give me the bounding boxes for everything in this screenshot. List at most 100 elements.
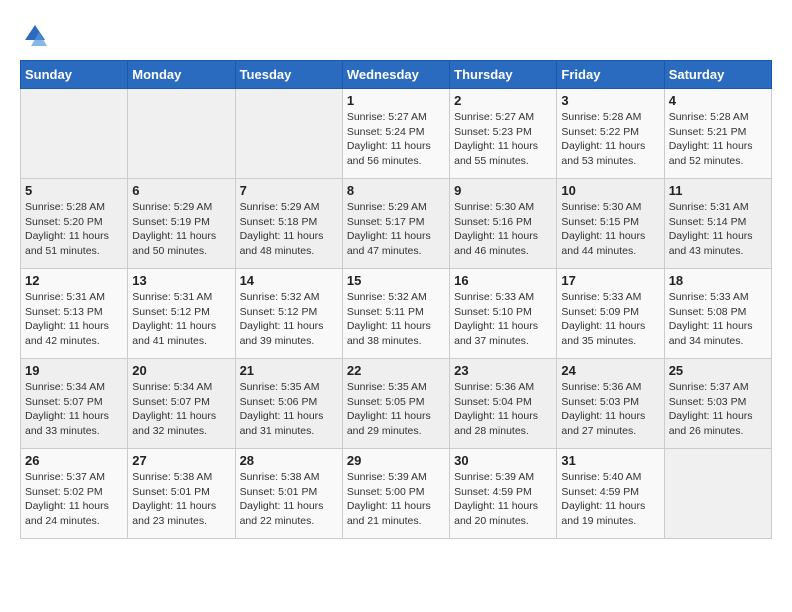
day-number: 16 — [454, 273, 552, 288]
day-info: Sunrise: 5:37 AM Sunset: 5:03 PM Dayligh… — [669, 380, 767, 439]
day-number: 31 — [561, 453, 659, 468]
day-info: Sunrise: 5:33 AM Sunset: 5:10 PM Dayligh… — [454, 290, 552, 349]
logo-icon — [20, 20, 50, 50]
calendar-cell: 7Sunrise: 5:29 AM Sunset: 5:18 PM Daylig… — [235, 179, 342, 269]
day-info: Sunrise: 5:34 AM Sunset: 5:07 PM Dayligh… — [25, 380, 123, 439]
weekday-header-monday: Monday — [128, 61, 235, 89]
calendar-cell: 21 Sunrise: 5:35 AM Sunset: 5:06 PM Dayli… — [235, 359, 342, 449]
calendar-cell — [128, 89, 235, 179]
day-info: Sunrise: 5:28 AM Sunset: 5:21 PM Dayligh… — [669, 110, 767, 169]
calendar-body: 1 Sunrise: 5:27 AM Sunset: 5:24 PM Daylig… — [21, 89, 772, 539]
day-number: 1 — [347, 93, 445, 108]
weekday-header-friday: Friday — [557, 61, 664, 89]
day-number: 4 — [669, 93, 767, 108]
day-number: 20 — [132, 363, 230, 378]
day-info: Sunrise: 5:31 AM Sunset: 5:14 PM Dayligh… — [669, 200, 767, 259]
calendar-cell: 13Sunrise: 5:31 AM Sunset: 5:12 PM Dayli… — [128, 269, 235, 359]
day-number: 19 — [25, 363, 123, 378]
calendar-cell — [21, 89, 128, 179]
day-number: 26 — [25, 453, 123, 468]
day-number: 9 — [454, 183, 552, 198]
day-number: 14 — [240, 273, 338, 288]
calendar-week-row: 1 Sunrise: 5:27 AM Sunset: 5:24 PM Daylig… — [21, 89, 772, 179]
calendar-cell: 2 Sunrise: 5:27 AM Sunset: 5:23 PM Daylig… — [450, 89, 557, 179]
logo — [20, 20, 54, 50]
day-info: Sunrise: 5:32 AM Sunset: 5:12 PM Dayligh… — [240, 290, 338, 349]
weekday-header-tuesday: Tuesday — [235, 61, 342, 89]
day-info: Sunrise: 5:30 AM Sunset: 5:15 PM Dayligh… — [561, 200, 659, 259]
day-info: Sunrise: 5:27 AM Sunset: 5:23 PM Dayligh… — [454, 110, 552, 169]
day-info: Sunrise: 5:34 AM Sunset: 5:07 PM Dayligh… — [132, 380, 230, 439]
calendar-cell: 31Sunrise: 5:40 AM Sunset: 4:59 PM Dayli… — [557, 449, 664, 539]
calendar-cell: 28 Sunrise: 5:38 AM Sunset: 5:01 PM Dayli… — [235, 449, 342, 539]
calendar-cell: 15Sunrise: 5:32 AM Sunset: 5:11 PM Dayli… — [342, 269, 449, 359]
calendar-cell: 17 Sunrise: 5:33 AM Sunset: 5:09 PM Dayli… — [557, 269, 664, 359]
day-info: Sunrise: 5:36 AM Sunset: 5:04 PM Dayligh… — [454, 380, 552, 439]
calendar-cell: 9 Sunrise: 5:30 AM Sunset: 5:16 PM Daylig… — [450, 179, 557, 269]
day-number: 8 — [347, 183, 445, 198]
day-info: Sunrise: 5:33 AM Sunset: 5:09 PM Dayligh… — [561, 290, 659, 349]
calendar-cell: 23Sunrise: 5:36 AM Sunset: 5:04 PM Dayli… — [450, 359, 557, 449]
weekday-header-thursday: Thursday — [450, 61, 557, 89]
day-number: 27 — [132, 453, 230, 468]
day-number: 7 — [240, 183, 338, 198]
day-info: Sunrise: 5:28 AM Sunset: 5:22 PM Dayligh… — [561, 110, 659, 169]
day-info: Sunrise: 5:36 AM Sunset: 5:03 PM Dayligh… — [561, 380, 659, 439]
day-info: Sunrise: 5:27 AM Sunset: 5:24 PM Dayligh… — [347, 110, 445, 169]
day-info: Sunrise: 5:31 AM Sunset: 5:12 PM Dayligh… — [132, 290, 230, 349]
day-info: Sunrise: 5:28 AM Sunset: 5:20 PM Dayligh… — [25, 200, 123, 259]
calendar-cell: 18 Sunrise: 5:33 AM Sunset: 5:08 PM Dayli… — [664, 269, 771, 359]
calendar-cell: 24 Sunrise: 5:36 AM Sunset: 5:03 PM Dayli… — [557, 359, 664, 449]
calendar-week-row: 12Sunrise: 5:31 AM Sunset: 5:13 PM Dayli… — [21, 269, 772, 359]
calendar-cell: 14 Sunrise: 5:32 AM Sunset: 5:12 PM Dayli… — [235, 269, 342, 359]
calendar-week-row: 26 Sunrise: 5:37 AM Sunset: 5:02 PM Dayli… — [21, 449, 772, 539]
calendar-cell: 27 Sunrise: 5:38 AM Sunset: 5:01 PM Dayli… — [128, 449, 235, 539]
calendar-cell: 26 Sunrise: 5:37 AM Sunset: 5:02 PM Dayli… — [21, 449, 128, 539]
day-info: Sunrise: 5:35 AM Sunset: 5:05 PM Dayligh… — [347, 380, 445, 439]
calendar-table: SundayMondayTuesdayWednesdayThursdayFrid… — [20, 60, 772, 539]
day-number: 29 — [347, 453, 445, 468]
day-number: 12 — [25, 273, 123, 288]
day-number: 6 — [132, 183, 230, 198]
calendar-cell — [235, 89, 342, 179]
day-number: 10 — [561, 183, 659, 198]
day-info: Sunrise: 5:33 AM Sunset: 5:08 PM Dayligh… — [669, 290, 767, 349]
day-number: 3 — [561, 93, 659, 108]
calendar-cell: 12Sunrise: 5:31 AM Sunset: 5:13 PM Dayli… — [21, 269, 128, 359]
day-info: Sunrise: 5:38 AM Sunset: 5:01 PM Dayligh… — [132, 470, 230, 529]
day-number: 11 — [669, 183, 767, 198]
calendar-cell: 20 Sunrise: 5:34 AM Sunset: 5:07 PM Dayli… — [128, 359, 235, 449]
weekday-header-saturday: Saturday — [664, 61, 771, 89]
day-number: 17 — [561, 273, 659, 288]
day-info: Sunrise: 5:29 AM Sunset: 5:19 PM Dayligh… — [132, 200, 230, 259]
calendar-cell: 16 Sunrise: 5:33 AM Sunset: 5:10 PM Dayli… — [450, 269, 557, 359]
day-number: 18 — [669, 273, 767, 288]
calendar-cell: 6 Sunrise: 5:29 AM Sunset: 5:19 PM Daylig… — [128, 179, 235, 269]
day-info: Sunrise: 5:30 AM Sunset: 5:16 PM Dayligh… — [454, 200, 552, 259]
calendar-cell: 19 Sunrise: 5:34 AM Sunset: 5:07 PM Dayli… — [21, 359, 128, 449]
calendar-week-row: 19 Sunrise: 5:34 AM Sunset: 5:07 PM Dayli… — [21, 359, 772, 449]
day-number: 25 — [669, 363, 767, 378]
day-info: Sunrise: 5:39 AM Sunset: 4:59 PM Dayligh… — [454, 470, 552, 529]
day-info: Sunrise: 5:32 AM Sunset: 5:11 PM Dayligh… — [347, 290, 445, 349]
calendar-cell: 3 Sunrise: 5:28 AM Sunset: 5:22 PM Daylig… — [557, 89, 664, 179]
day-info: Sunrise: 5:38 AM Sunset: 5:01 PM Dayligh… — [240, 470, 338, 529]
calendar-cell: 8 Sunrise: 5:29 AM Sunset: 5:17 PM Daylig… — [342, 179, 449, 269]
page-header — [20, 20, 772, 50]
calendar-cell: 29 Sunrise: 5:39 AM Sunset: 5:00 PM Dayli… — [342, 449, 449, 539]
calendar-cell: 4 Sunrise: 5:28 AM Sunset: 5:21 PM Daylig… — [664, 89, 771, 179]
day-info: Sunrise: 5:39 AM Sunset: 5:00 PM Dayligh… — [347, 470, 445, 529]
weekday-header-wednesday: Wednesday — [342, 61, 449, 89]
day-number: 21 — [240, 363, 338, 378]
day-info: Sunrise: 5:37 AM Sunset: 5:02 PM Dayligh… — [25, 470, 123, 529]
calendar-cell: 5Sunrise: 5:28 AM Sunset: 5:20 PM Daylig… — [21, 179, 128, 269]
calendar-cell: 30 Sunrise: 5:39 AM Sunset: 4:59 PM Dayli… — [450, 449, 557, 539]
calendar-cell: 10 Sunrise: 5:30 AM Sunset: 5:15 PM Dayli… — [557, 179, 664, 269]
calendar-week-row: 5Sunrise: 5:28 AM Sunset: 5:20 PM Daylig… — [21, 179, 772, 269]
day-info: Sunrise: 5:35 AM Sunset: 5:06 PM Dayligh… — [240, 380, 338, 439]
day-info: Sunrise: 5:29 AM Sunset: 5:17 PM Dayligh… — [347, 200, 445, 259]
day-number: 2 — [454, 93, 552, 108]
day-number: 30 — [454, 453, 552, 468]
day-number: 24 — [561, 363, 659, 378]
day-number: 28 — [240, 453, 338, 468]
